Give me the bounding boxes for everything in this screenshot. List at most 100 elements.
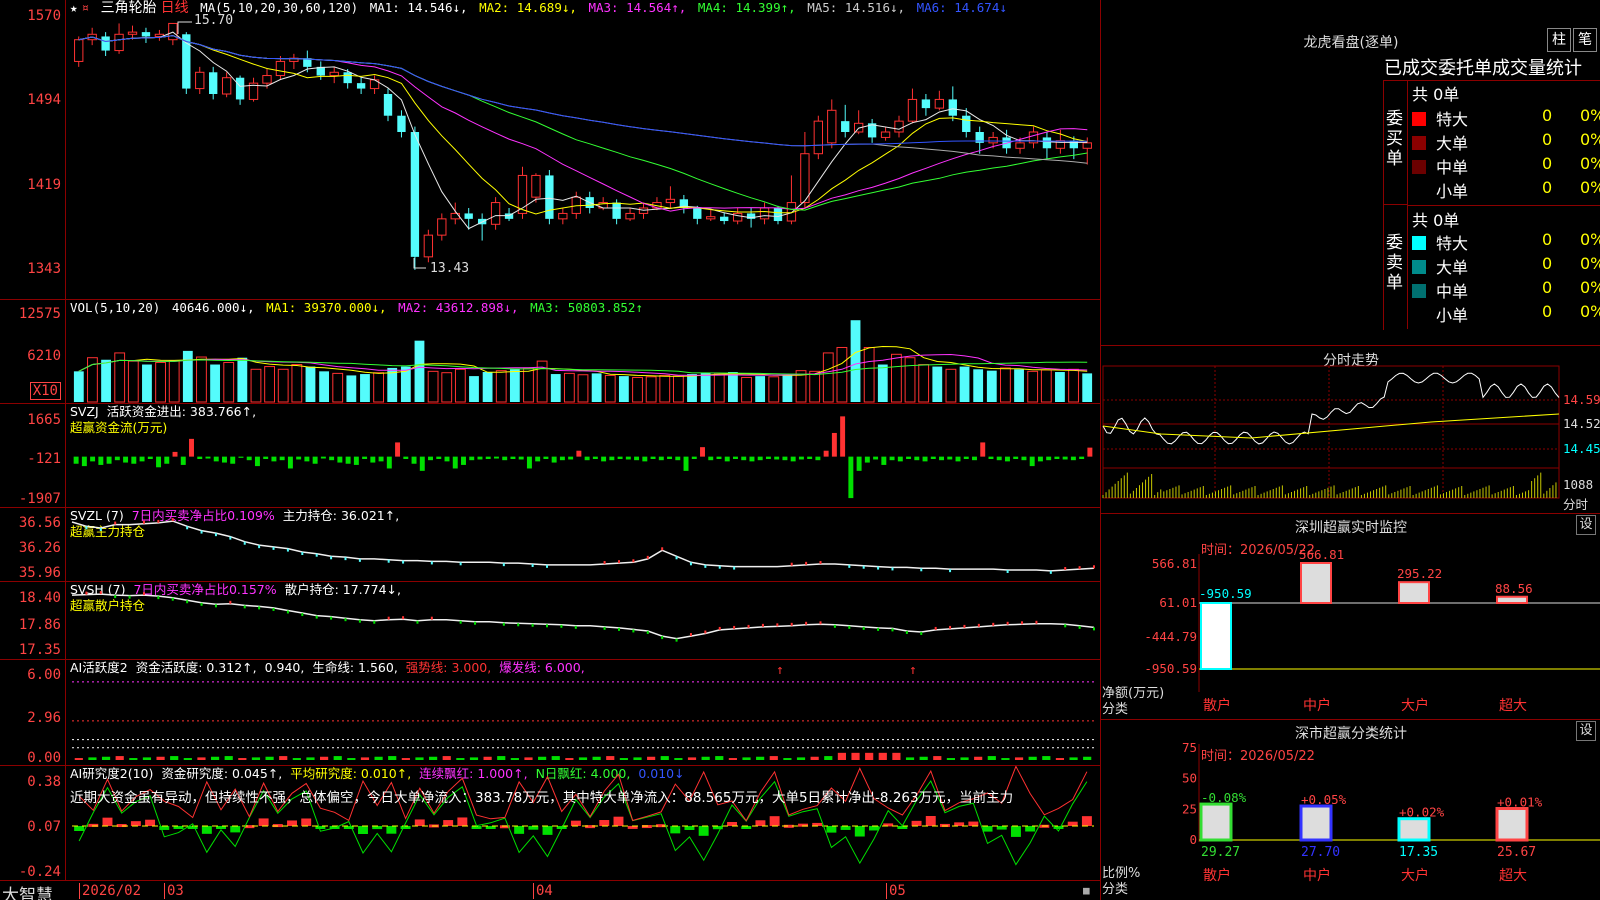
bar-mode-button[interactable]: 柱 — [1547, 28, 1571, 52]
monitor-bar — [1200, 602, 1232, 670]
class-ytick: 0 — [1189, 832, 1197, 847]
svzl-chart[interactable] — [0, 508, 1100, 582]
color-swatch — [1412, 112, 1426, 126]
activity-bar — [619, 758, 628, 760]
color-swatch — [1412, 284, 1426, 298]
candle-body — [880, 131, 891, 138]
candlestick-chart[interactable] — [0, 0, 1100, 300]
candle-body — [221, 77, 232, 95]
volume-bar — [604, 374, 616, 403]
intraday-chart[interactable] — [1101, 346, 1600, 514]
flow-bar — [320, 456, 326, 459]
candle-body — [800, 153, 810, 204]
flow-bar — [831, 432, 837, 457]
candle-body — [343, 72, 352, 84]
activity-bar — [796, 757, 806, 760]
monitor-panel[interactable]: 深圳超赢实时监控 设 时间：2026/05/22 566.81 61.01 -444… — [1100, 513, 1600, 719]
volume-bar — [482, 372, 493, 402]
activity-bar — [606, 756, 615, 760]
candle-body — [827, 109, 837, 144]
date-label: 05 — [886, 883, 906, 899]
activity-bar — [279, 756, 288, 760]
ai-activity-panel[interactable]: 6.00 2.96 0.00 AI活跃度2 资金活跃度: 0.312↑, 0.9… — [0, 660, 1100, 766]
volume-bar — [360, 374, 370, 402]
research-bar — [258, 818, 269, 826]
candle-body — [665, 198, 676, 204]
order-size-row: 特大 0 0% — [1412, 230, 1600, 254]
flow-bar — [312, 456, 318, 464]
research-bar — [684, 826, 695, 830]
class-panel[interactable]: 深市超赢分类统计 设 时间：2026/05/22 75 50 25 0 -0.08% 29… — [1100, 719, 1600, 900]
flow-bar — [889, 456, 895, 461]
flow-bar — [1087, 447, 1093, 457]
flow-bar — [873, 456, 879, 460]
flow-bar — [963, 456, 969, 459]
sell-label-cell: 委卖单 — [1384, 205, 1408, 329]
volume-bar — [196, 356, 207, 403]
class-chart[interactable]: 75 50 25 0 -0.08% 29.27 散户 +0.05% 27.70 中户 +0.02% 1… — [1101, 720, 1600, 900]
flow-bar — [996, 456, 1002, 461]
activity-bar — [224, 756, 233, 760]
monitor-bar — [1398, 581, 1430, 605]
svsh-panel[interactable]: 18.40 17.86 17.35 SVSH (7) 7日内买卖净占比0.157… — [0, 582, 1100, 660]
candle-body — [383, 94, 393, 116]
activity-bar — [88, 757, 97, 760]
monitor-category-label: 散户 — [1203, 697, 1231, 714]
flow-bar — [263, 456, 269, 459]
research-bar — [542, 826, 553, 835]
lock-icon[interactable]: ■ — [1083, 884, 1090, 897]
flow-bar — [864, 456, 870, 463]
candle-body — [275, 60, 286, 77]
flow-bar — [370, 456, 376, 463]
svzj-chart[interactable] — [0, 404, 1100, 508]
monitor-chart[interactable]: 566.81 61.01 -444.79 -950.59 -950.59 散户 566.81… — [1101, 514, 1600, 720]
svzl-panel[interactable]: 36.56 36.26 35.96 SVZL (7) 7日内买卖净占比0.109… — [0, 508, 1100, 582]
flow-bar — [477, 456, 483, 460]
ai-activity-chart[interactable]: ↑ ↑ — [0, 660, 1100, 766]
activity-bar — [483, 756, 492, 760]
activity-bar — [810, 756, 819, 760]
activity-bar — [851, 752, 860, 760]
activity-bar — [320, 756, 329, 760]
activity-bar — [660, 756, 669, 760]
activity-bar — [892, 752, 901, 760]
research-bar — [755, 820, 766, 826]
volume-chart[interactable] — [0, 300, 1100, 404]
flow-bar — [411, 456, 417, 464]
activity-bar — [592, 756, 601, 760]
flow-bar — [98, 456, 104, 465]
flow-bar — [881, 456, 887, 465]
flow-bar — [592, 456, 598, 459]
flow-bar — [790, 456, 796, 462]
price-panel[interactable]: 1570 1494 1419 1343 ★ ¤ 三角轮胎 日线 MA(5,10,20… — [0, 0, 1100, 300]
candle-body — [464, 213, 473, 219]
ai-research-chart[interactable] — [0, 766, 1100, 880]
class-value-label: 25.67 — [1497, 845, 1536, 860]
flow-bar — [1062, 456, 1068, 460]
high-annotation: 15.70 — [194, 13, 234, 28]
svzj-panel[interactable]: 1665 -121 -1907 SVZJ 活跃资金进出: 383.766↑, 超… — [0, 404, 1100, 508]
activity-bar — [674, 758, 683, 760]
ai-research-panel[interactable]: 0.38 0.07 -0.24 AI研究度2(10) 资金研究度: 0.045↑… — [0, 766, 1100, 880]
volume-bar — [1000, 367, 1011, 403]
order-count: 0 — [1542, 106, 1553, 125]
volume-bar — [591, 373, 602, 402]
pen-mode-button[interactable]: 笔 — [1573, 28, 1597, 52]
candle-body — [773, 208, 783, 222]
activity-bar — [442, 756, 451, 760]
research-bar — [769, 816, 780, 826]
activity-bar — [360, 757, 370, 760]
activity-bar — [1042, 756, 1051, 760]
volume-bar — [142, 364, 152, 402]
flow-bar — [493, 456, 499, 459]
flow-bar — [724, 456, 730, 462]
activity-bar — [578, 757, 588, 760]
svsh-chart[interactable] — [0, 582, 1100, 660]
flow-bar — [452, 456, 458, 469]
activity-bar — [837, 752, 846, 760]
flow-bar — [271, 456, 277, 462]
activity-bar — [388, 756, 397, 760]
volume-panel[interactable]: 12575 6210 X10 VOL(5,10,20) 40646.000↓, … — [0, 300, 1100, 404]
intraday-panel[interactable]: 分时走势 14.59 14.52 14.45 1088 分时 — [1100, 345, 1600, 513]
volume-bar — [672, 375, 684, 403]
